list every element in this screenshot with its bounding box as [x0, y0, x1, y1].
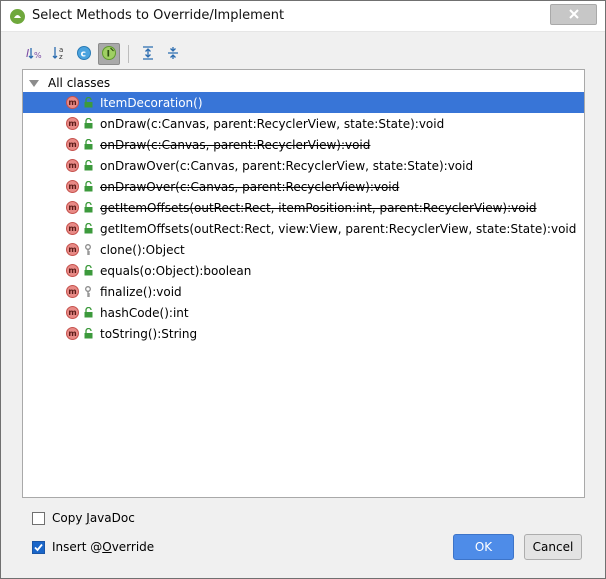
method-icon: m — [66, 264, 79, 277]
method-icon: m — [66, 285, 79, 298]
method-row[interactable]: m equals(o:Object):boolean — [23, 260, 584, 281]
method-row[interactable]: m onDrawOver(c:Canvas, parent:RecyclerVie… — [23, 176, 584, 197]
method-signature: getItemOffsets(outRect:Rect, view:View, … — [100, 221, 577, 236]
public-lock-icon — [83, 265, 93, 277]
method-icon: m — [66, 243, 79, 256]
public-lock-icon — [83, 307, 93, 319]
method-signature: onDraw(c:Canvas, parent:RecyclerView, st… — [100, 116, 445, 131]
public-lock-icon — [83, 202, 93, 214]
method-row[interactable]: m clone():Object — [23, 239, 584, 260]
svg-text:%: % — [34, 51, 42, 60]
show-classes-icon: c — [76, 45, 92, 64]
method-row[interactable]: m finalize():void — [23, 281, 584, 302]
sort-visibility-icon: I % — [26, 45, 42, 64]
method-icon: m — [66, 138, 79, 151]
method-signature: equals(o:Object):boolean — [100, 263, 252, 278]
public-lock-icon — [83, 139, 93, 151]
public-lock-icon — [83, 160, 93, 172]
sort-visibility-button[interactable]: I % — [23, 43, 45, 65]
svg-text:c: c — [81, 49, 86, 59]
method-icon: m — [66, 306, 79, 319]
dialog-window: Select Methods to Override/Implement I %… — [0, 0, 606, 579]
public-lock-icon — [83, 328, 93, 340]
protected-key-icon — [83, 285, 93, 298]
cancel-button[interactable]: Cancel — [524, 534, 582, 560]
sort-alphabetically-icon: a z — [51, 45, 67, 64]
tree-root-label: All classes — [48, 76, 111, 90]
method-signature: onDrawOver(c:Canvas, parent:RecyclerView… — [100, 179, 400, 194]
window-title: Select Methods to Override/Implement — [32, 8, 285, 23]
ok-button[interactable]: OK — [453, 534, 514, 560]
method-signature: onDraw(c:Canvas, parent:RecyclerView):vo… — [100, 137, 371, 152]
public-lock-icon — [83, 97, 93, 109]
show-interfaces-button[interactable]: I — [98, 43, 120, 65]
toolbar-separator — [128, 45, 129, 63]
svg-text:I: I — [26, 47, 29, 60]
method-signature: clone():Object — [100, 242, 185, 257]
method-icon: m — [66, 327, 79, 340]
method-signature: hashCode():int — [100, 305, 189, 320]
method-signature: ItemDecoration() — [100, 95, 203, 110]
collapse-all-button[interactable] — [162, 43, 184, 65]
method-row[interactable]: m hashCode():int — [23, 302, 584, 323]
method-icon: m — [66, 180, 79, 193]
expand-all-button[interactable] — [137, 43, 159, 65]
insert-override-option[interactable]: Insert @Override — [32, 539, 154, 555]
method-row[interactable]: m toString():String — [23, 323, 584, 344]
collapse-all-icon — [165, 45, 181, 64]
method-list: m ItemDecoration() m onDraw(c:Canvas, paren… — [23, 92, 584, 344]
copy-javadoc-option[interactable]: Copy JavaDoc — [32, 510, 135, 526]
show-classes-button[interactable]: c — [73, 43, 95, 65]
method-row[interactable]: m onDrawOver(c:Canvas, parent:RecyclerVie… — [23, 155, 584, 176]
checkmark-icon — [34, 543, 43, 551]
expand-arrow-icon[interactable] — [29, 79, 39, 87]
copy-javadoc-checkbox[interactable] — [32, 511, 45, 525]
methods-tree[interactable]: All classes m ItemDecoration() m onDraw(c:C… — [22, 69, 585, 498]
close-icon — [568, 8, 579, 22]
svg-text:z: z — [59, 53, 63, 61]
method-icon: m — [66, 201, 79, 214]
method-icon: m — [66, 159, 79, 172]
method-signature: toString():String — [100, 326, 198, 341]
method-row[interactable]: m ItemDecoration() — [23, 92, 584, 113]
sort-alphabetically-button[interactable]: a z — [48, 43, 70, 65]
copy-javadoc-label: Copy JavaDoc — [52, 511, 135, 525]
public-lock-icon — [83, 181, 93, 193]
method-row[interactable]: m onDraw(c:Canvas, parent:RecyclerView, s… — [23, 113, 584, 134]
svg-text:I: I — [107, 49, 110, 59]
insert-override-label: Insert @Override — [52, 540, 155, 554]
toolbar: I % a z c I — [23, 41, 187, 67]
insert-override-checkbox[interactable] — [32, 540, 45, 554]
expand-all-icon — [140, 45, 156, 64]
public-lock-icon — [83, 223, 93, 235]
close-button[interactable] — [550, 4, 597, 25]
tree-root-all-classes[interactable]: All classes — [27, 74, 110, 92]
android-studio-icon — [10, 9, 25, 24]
protected-key-icon — [83, 243, 93, 256]
method-icon: m — [66, 96, 79, 109]
method-row[interactable]: m getItemOffsets(outRect:Rect, view:View,… — [23, 218, 584, 239]
show-interfaces-icon: I — [101, 45, 117, 64]
method-signature: onDrawOver(c:Canvas, parent:RecyclerView… — [100, 158, 474, 173]
method-signature: finalize():void — [100, 284, 182, 299]
method-row[interactable]: m onDraw(c:Canvas, parent:RecyclerView):v… — [23, 134, 584, 155]
method-row[interactable]: m getItemOffsets(outRect:Rect, itemPositi… — [23, 197, 584, 218]
public-lock-icon — [83, 118, 93, 130]
method-icon: m — [66, 222, 79, 235]
method-signature: getItemOffsets(outRect:Rect, itemPositio… — [100, 200, 537, 215]
title-bar[interactable]: Select Methods to Override/Implement — [1, 1, 605, 32]
method-icon: m — [66, 117, 79, 130]
